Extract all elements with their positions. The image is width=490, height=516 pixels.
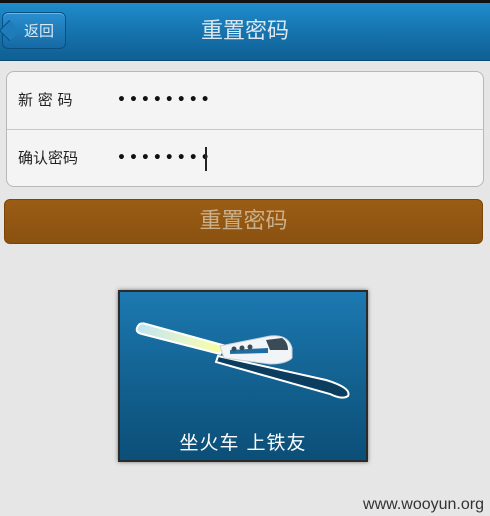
back-button[interactable]: 返回	[2, 12, 66, 49]
confirm-password-input[interactable]: ••••••••	[117, 130, 213, 187]
text-caret	[205, 147, 207, 171]
new-password-row[interactable]: 新 密 码 ••••••••	[7, 72, 483, 130]
loading-splash: 坐火车 上铁友	[118, 290, 368, 462]
confirm-password-label: 确认密码	[18, 149, 79, 167]
watermark-text: www.wooyun.org	[363, 496, 484, 513]
train-window-1	[231, 346, 237, 352]
new-password-input[interactable]: ••••••••	[117, 72, 213, 129]
page-title: 重置密码	[200, 19, 289, 44]
splash-slogan: 坐火车 上铁友	[179, 432, 307, 454]
confirm-password-row[interactable]: 确认密码 ••••••••	[7, 130, 483, 187]
password-form: 新 密 码 •••••••• 确认密码 ••••••••	[6, 71, 484, 187]
reset-password-button[interactable]: 重置密码	[4, 199, 483, 244]
light-trail	[135, 322, 228, 356]
train-window-3	[247, 344, 253, 350]
new-password-label: 新 密 码	[18, 91, 73, 109]
navigation-bar: 返回 重置密码	[0, 3, 490, 61]
train-window-2	[239, 345, 245, 351]
